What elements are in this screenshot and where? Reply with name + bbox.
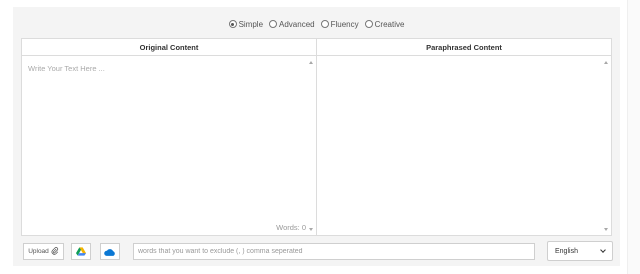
language-select[interactable]: English xyxy=(547,241,613,261)
onedrive-button[interactable] xyxy=(100,243,120,260)
paraphrased-header: Paraphrased Content xyxy=(317,39,611,56)
mode-fluency-label: Fluency xyxy=(330,19,359,29)
original-column: Original Content Write Your Text Here ..… xyxy=(22,39,317,235)
paperclip-icon xyxy=(51,246,59,257)
radio-simple[interactable] xyxy=(228,20,237,28)
mode-creative[interactable]: Creative xyxy=(364,17,405,31)
original-scrollbar[interactable] xyxy=(309,59,315,233)
radio-creative[interactable] xyxy=(364,20,373,28)
google-drive-button[interactable] xyxy=(71,243,91,260)
chevron-down-icon xyxy=(600,247,606,253)
original-header: Original Content xyxy=(22,39,316,56)
mode-creative-label: Creative xyxy=(374,19,405,29)
paraphraser-page: Simple Advanced Fluency Creative Origina… xyxy=(0,0,640,274)
language-value: English xyxy=(555,247,578,255)
onedrive-icon xyxy=(104,243,116,261)
google-drive-icon xyxy=(76,243,86,261)
mode-simple-label: Simple xyxy=(238,19,264,29)
bottom-toolbar: Upload words that you want to exclude (,… xyxy=(23,241,613,261)
word-count: Words: 0 xyxy=(276,223,306,232)
editors: Original Content Write Your Text Here ..… xyxy=(21,38,612,236)
mode-advanced[interactable]: Advanced xyxy=(269,17,315,31)
scroll-down-arrow-icon[interactable] xyxy=(604,228,608,231)
paraphrased-column: Paraphrased Content xyxy=(317,39,611,235)
mode-advanced-label: Advanced xyxy=(279,19,315,29)
paraphrased-scrollbar[interactable] xyxy=(604,59,610,233)
exclude-words-input[interactable] xyxy=(133,243,535,260)
scroll-down-arrow-icon[interactable] xyxy=(309,228,313,231)
paraphrased-output xyxy=(317,57,611,235)
radio-fluency[interactable] xyxy=(320,20,329,28)
mode-fluency[interactable]: Fluency xyxy=(320,17,359,31)
scroll-up-arrow-icon[interactable] xyxy=(604,61,608,64)
mode-selector: Simple Advanced Fluency Creative xyxy=(13,17,620,31)
page-scrollbar[interactable] xyxy=(627,0,640,274)
paraphraser-panel: Simple Advanced Fluency Creative Origina… xyxy=(13,7,620,266)
mode-simple[interactable]: Simple xyxy=(228,17,264,31)
original-textarea[interactable]: Write Your Text Here ... xyxy=(22,57,316,235)
upload-label: Upload xyxy=(28,248,49,255)
radio-advanced[interactable] xyxy=(269,20,278,28)
scroll-up-arrow-icon[interactable] xyxy=(309,61,313,64)
upload-button[interactable]: Upload xyxy=(23,243,64,260)
